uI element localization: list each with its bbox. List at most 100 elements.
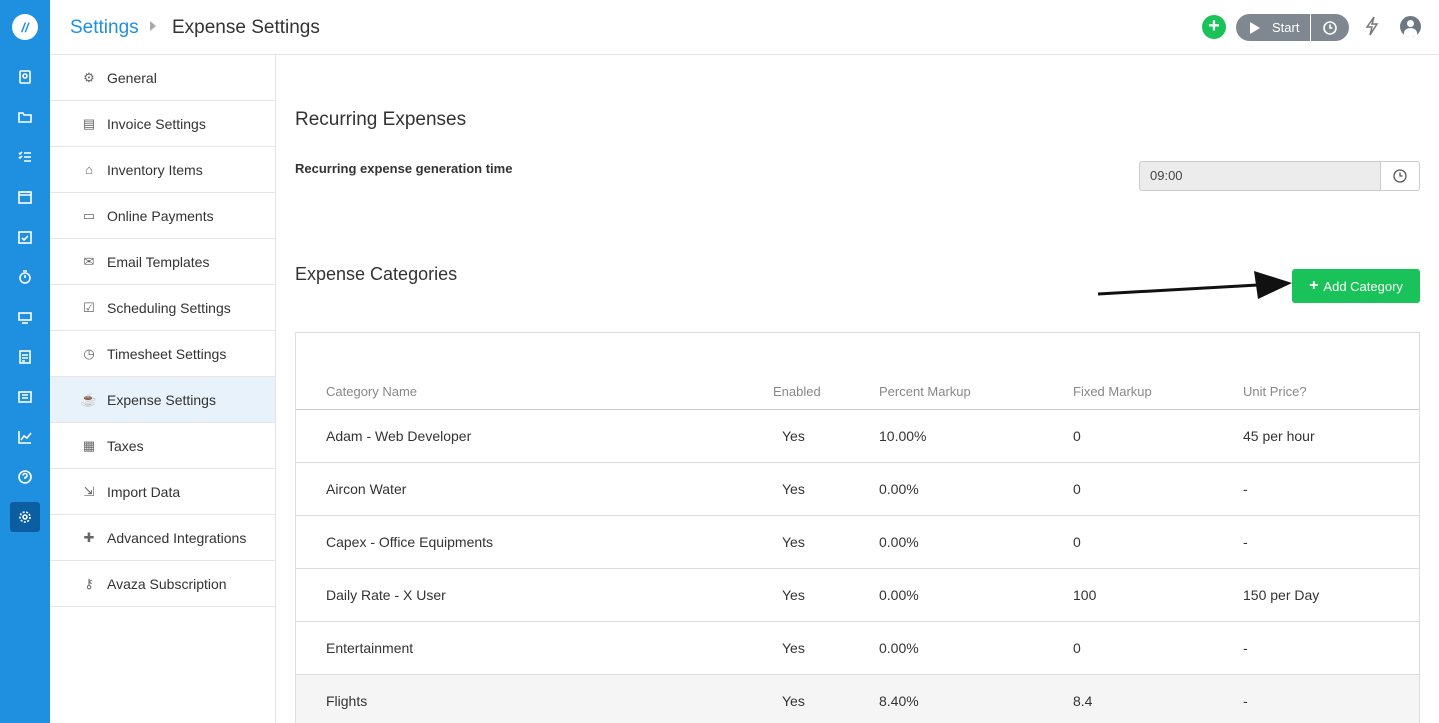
settings-nav-scheduling-settings[interactable]: ☑ Scheduling Settings <box>50 285 275 331</box>
nav-label: Inventory Items <box>107 161 203 178</box>
cell-fixed-markup: 0 <box>1073 428 1081 444</box>
cell-unit-price: 45 per hour <box>1243 428 1315 444</box>
settings-nav-online-payments[interactable]: ▭ Online Payments <box>50 193 275 239</box>
settings-nav-taxes[interactable]: ▦ Taxes <box>50 423 275 469</box>
key-icon: ⚷ <box>84 575 94 591</box>
generation-time-input[interactable]: 09:00 <box>1139 161 1381 191</box>
cell-percent-markup: 0.00% <box>879 481 919 497</box>
time-picker-button[interactable] <box>1380 161 1420 191</box>
settings-nav-inventory-items[interactable]: ⌂ Inventory Items <box>50 147 275 193</box>
table-row[interactable]: Adam - Web Developer Yes 10.00% 0 45 per hou… <box>296 410 1419 463</box>
contacts-icon[interactable] <box>15 67 35 87</box>
table-header: Category Name Enabled Percent Markup Fix… <box>296 333 1419 410</box>
generation-time-label: Recurring expense generation time <box>295 161 513 176</box>
table-row[interactable]: Capex - Office Equipments Yes 0.00% 0 - <box>296 516 1419 569</box>
table-row[interactable]: Flights Yes 8.40% 8.4 - <box>296 675 1419 723</box>
nav-label: Scheduling Settings <box>107 299 231 316</box>
cell-percent-markup: 8.40% <box>879 693 919 709</box>
credit-card-icon: ▭ <box>82 207 96 223</box>
settings-nav-import-data[interactable]: ⇲ Import Data <box>50 469 275 515</box>
clock-icon: ◷ <box>83 345 95 361</box>
nav-label: General <box>107 69 157 86</box>
add-category-button[interactable]: + Add Category <box>1292 269 1420 303</box>
categories-table: Category Name Enabled Percent Markup Fix… <box>295 332 1420 723</box>
cell-unit-price: - <box>1243 534 1248 550</box>
cell-percent-markup: 0.00% <box>879 534 919 550</box>
column-header-unit-price[interactable]: Unit Price? <box>1243 384 1307 399</box>
expense-categories-heading: Expense Categories <box>295 264 458 284</box>
table-row[interactable]: Aircon Water Yes 0.00% 0 - <box>296 463 1419 516</box>
page-title: Expense Settings <box>172 17 320 38</box>
cell-fixed-markup: 100 <box>1073 587 1097 603</box>
breadcrumb-settings-link[interactable]: Settings <box>70 17 139 39</box>
nav-label: Import Data <box>107 483 181 500</box>
coffee-icon: ☕ <box>80 391 98 407</box>
expense-icon[interactable] <box>15 307 35 327</box>
nav-label: Advanced Integrations <box>107 529 247 546</box>
settings-nav-expense-settings[interactable]: ☕ Expense Settings <box>50 377 275 423</box>
cell-percent-markup: 0.00% <box>879 587 919 603</box>
settings-nav-general[interactable]: ⚙ General <box>50 55 275 101</box>
table-row[interactable]: Entertainment Yes 0.00% 0 - <box>296 622 1419 675</box>
cell-enabled: Yes <box>782 534 805 550</box>
column-header-fixed-markup[interactable]: Fixed Markup <box>1073 384 1152 399</box>
column-header-enabled[interactable]: Enabled <box>773 384 821 399</box>
play-icon <box>1250 21 1260 34</box>
nav-label: Invoice Settings <box>107 115 206 132</box>
cell-fixed-markup: 0 <box>1073 481 1081 497</box>
settings-nav-advanced-integrations[interactable]: ✚ Advanced Integrations <box>50 515 275 561</box>
cell-category-name: Daily Rate - X User <box>326 587 446 603</box>
cell-fixed-markup: 0 <box>1073 640 1081 656</box>
add-category-label: Add Category <box>1323 278 1403 294</box>
cell-unit-price: 150 per Day <box>1243 587 1320 603</box>
breadcrumb-separator-icon <box>150 21 156 31</box>
nav-label: Email Templates <box>107 253 210 270</box>
reports-list-icon[interactable] <box>15 387 35 407</box>
plus-icon: + <box>1309 277 1319 294</box>
nav-label: Timesheet Settings <box>107 345 227 362</box>
cell-category-name: Aircon Water <box>326 481 407 497</box>
tasks-icon[interactable] <box>15 147 35 167</box>
invoice-icon: ▤ <box>82 115 96 131</box>
settings-nav-avaza-subscription[interactable]: ⚷ Avaza Subscription <box>50 561 275 607</box>
calendar-icon[interactable] <box>15 187 35 207</box>
settings-nav: ⚙ General ▤ Invoice Settings ⌂ Inventory It… <box>50 55 276 723</box>
cell-enabled: Yes <box>782 481 805 497</box>
nav-label: Avaza Subscription <box>107 575 227 592</box>
invoice-icon[interactable] <box>15 347 35 367</box>
chart-icon[interactable] <box>15 427 35 447</box>
help-icon[interactable] <box>15 467 35 487</box>
table-row[interactable]: Daily Rate - X User Yes 0.00% 100 150 per Da… <box>296 569 1419 622</box>
gear-icon[interactable] <box>10 502 40 532</box>
settings-nav-invoice-settings[interactable]: ▤ Invoice Settings <box>50 101 275 147</box>
top-header: Settings Expense Settings + Start <box>50 0 1439 55</box>
lightning-icon[interactable] <box>1365 16 1379 41</box>
calendar-check-icon: ☑ <box>83 299 95 315</box>
column-header-percent-markup[interactable]: Percent Markup <box>879 384 971 399</box>
cell-category-name: Flights <box>326 693 368 709</box>
cell-category-name: Capex - Office Equipments <box>326 534 494 550</box>
quick-add-button[interactable]: + <box>1202 15 1226 39</box>
user-avatar-icon[interactable] <box>1400 16 1421 37</box>
column-header-category-name[interactable]: Category Name <box>326 384 417 399</box>
cell-category-name: Adam - Web Developer <box>326 428 472 444</box>
calculator-icon: ▦ <box>82 437 96 453</box>
folder-icon[interactable] <box>15 107 35 127</box>
cell-category-name: Entertainment <box>326 640 414 656</box>
clock-icon <box>1393 169 1407 183</box>
import-icon: ⇲ <box>83 483 95 499</box>
clock-icon <box>1323 20 1337 35</box>
timesheet-clock-button[interactable] <box>1311 14 1349 41</box>
cell-enabled: Yes <box>782 587 805 603</box>
timer-icon[interactable] <box>15 267 35 287</box>
start-timer-button[interactable]: Start <box>1236 14 1310 41</box>
cell-unit-price: - <box>1243 481 1248 497</box>
settings-nav-timesheet-settings[interactable]: ◷ Timesheet Settings <box>50 331 275 377</box>
settings-nav-email-templates[interactable]: ✉ Email Templates <box>50 239 275 285</box>
logo-icon[interactable]: // <box>12 14 38 40</box>
schedule-icon[interactable] <box>15 227 35 247</box>
envelope-icon: ✉ <box>83 253 95 269</box>
cell-fixed-markup: 8.4 <box>1073 693 1093 709</box>
cogs-icon: ⚙ <box>83 69 95 85</box>
cell-enabled: Yes <box>782 693 805 709</box>
